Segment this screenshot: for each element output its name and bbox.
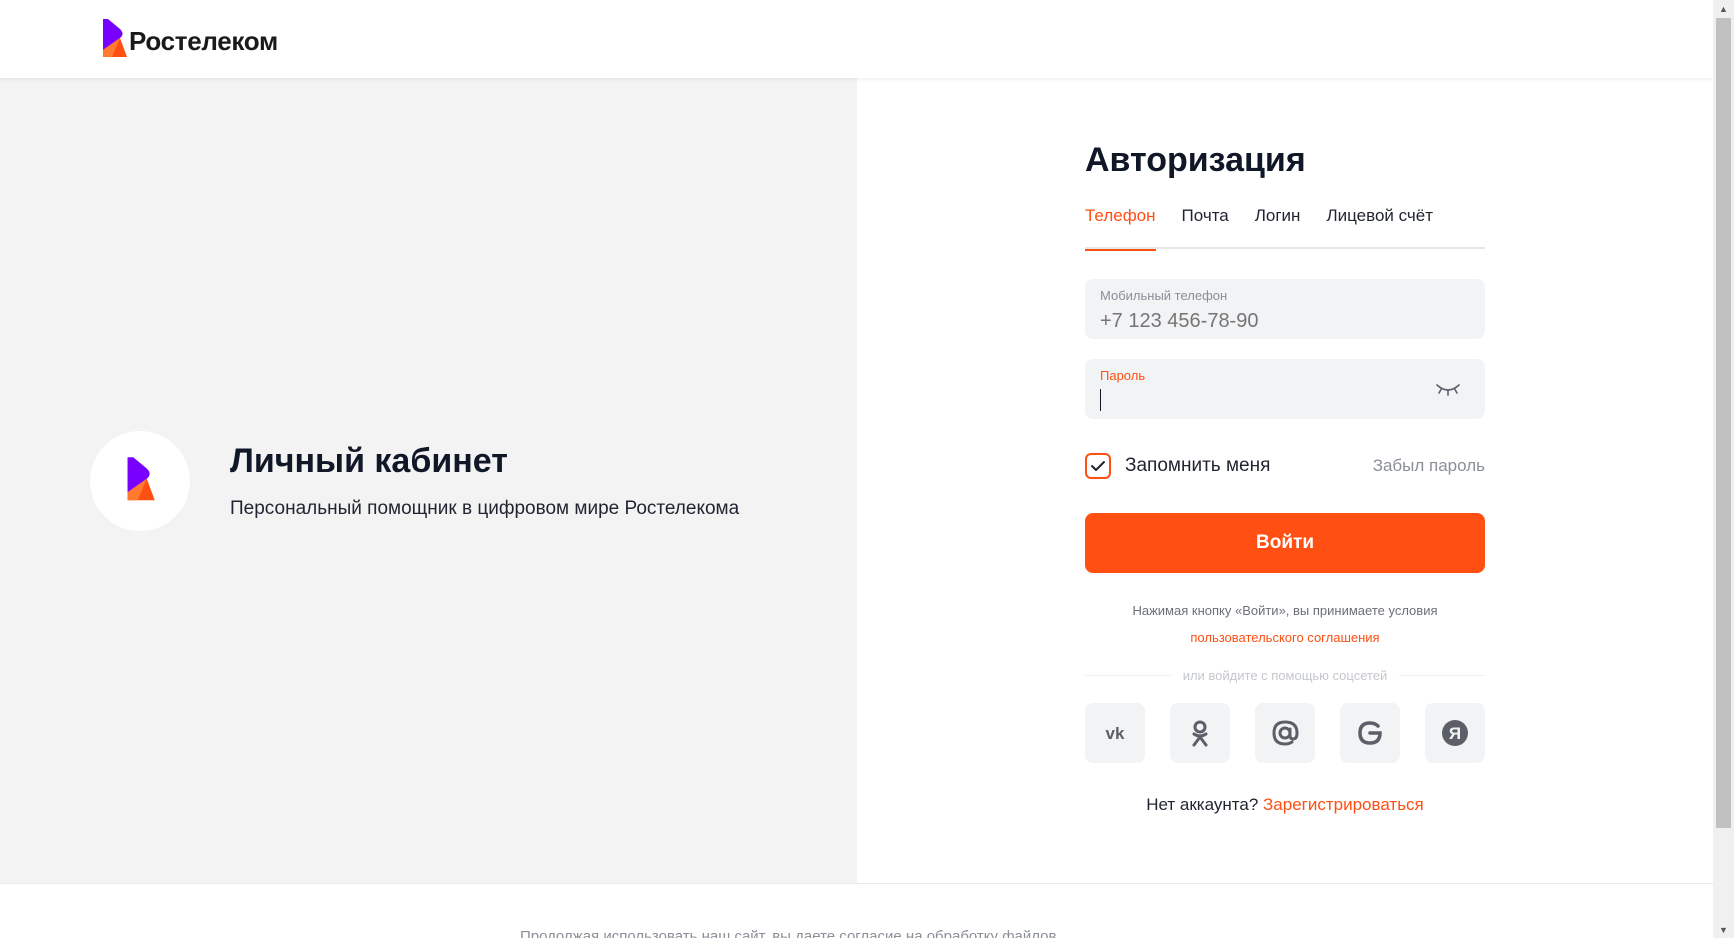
phone-input[interactable] [1100,306,1470,336]
promo-title: Личный кабинет [230,442,508,480]
text-caret [1100,389,1101,411]
terms-notice: Нажимая кнопку «Войти», вы принимаете ус… [1085,597,1485,651]
scrollbar-thumb[interactable] [1716,18,1731,828]
auth-panel: Авторизация Телефон Почта Логин Лицевой … [857,78,1713,883]
social-divider: или войдите с помощью соцсетей [1085,667,1485,683]
vk-login-button[interactable]: vk [1085,703,1145,763]
social-login-buttons: vk Я [1085,703,1485,763]
phone-field-label: Мобильный телефон [1100,288,1228,303]
phone-field[interactable]: Мобильный телефон [1085,279,1485,339]
tab-account-number[interactable]: Лицевой счёт [1326,202,1433,249]
auth-form: Авторизация Телефон Почта Логин Лицевой … [1085,140,1485,815]
site-header: Ростелеком [0,0,1713,78]
ok-login-button[interactable] [1170,703,1230,763]
google-icon [1358,721,1382,745]
scroll-up-arrow-icon[interactable]: ▲ [1713,0,1734,17]
page: Ростелеком Личный кабинет Персональный п… [0,0,1713,938]
cookie-notice: Продолжая использовать наш сайт, вы дает… [0,883,1713,938]
register-prompt-text: Нет аккаунта? [1146,795,1259,814]
rostelecom-logo-icon [103,19,127,57]
register-prompt: Нет аккаунта? Зарегистрироваться [1085,795,1485,815]
brand-logo[interactable]: Ростелеком [99,17,278,63]
remember-me-label: Запомнить меня [1125,455,1271,476]
tab-login[interactable]: Логин [1255,202,1301,249]
google-login-button[interactable] [1340,703,1400,763]
remember-me-checkbox[interactable]: Запомнить меня [1085,453,1270,479]
password-input[interactable] [1100,386,1470,416]
checkbox-box[interactable] [1085,453,1111,479]
promo-panel: Личный кабинет Персональный помощник в ц… [0,78,857,883]
scroll-down-arrow-icon[interactable]: ▼ [1713,921,1734,938]
yandex-login-button[interactable]: Я [1425,703,1485,763]
cookie-notice-text: Продолжая использовать наш сайт, вы дает… [520,928,1057,938]
svg-text:vk: vk [1106,724,1125,742]
tab-phone[interactable]: Телефон [1085,202,1156,251]
register-link[interactable]: Зарегистрироваться [1263,795,1424,814]
forgot-password-link[interactable]: Забыл пароль [1373,456,1485,476]
vertical-scrollbar[interactable]: ▲ ▼ [1713,0,1734,938]
ok-icon [1192,720,1208,747]
auth-tabs: Телефон Почта Логин Лицевой счёт [1085,202,1485,251]
checkmark-icon [1091,461,1105,471]
password-field-label: Пароль [1100,368,1146,383]
mail-login-button[interactable] [1255,703,1315,763]
social-divider-text: или войдите с помощью соцсетей [1170,668,1400,683]
promo-logo-badge [90,431,190,531]
password-field[interactable]: Пароль [1085,359,1485,419]
user-agreement-link[interactable]: пользовательского соглашения [1085,624,1485,651]
login-button[interactable]: Войти [1085,513,1485,573]
remember-row: Запомнить меня Забыл пароль [1085,453,1485,479]
yandex-icon: Я [1442,720,1468,746]
svg-text:Я: Я [1449,724,1461,743]
brand-name: Ростелеком [129,26,278,56]
vk-icon: vk [1106,724,1125,742]
mail-icon [1272,720,1299,746]
eye-closed-icon[interactable] [1435,381,1461,397]
rostelecom-logo-icon [127,457,155,501]
auth-title: Авторизация [1085,141,1306,179]
promo-subtitle: Персональный помощник в цифровом мире Ро… [230,498,740,519]
tab-email[interactable]: Почта [1182,202,1229,249]
terms-text: Нажимая кнопку «Войти», вы принимаете ус… [1132,603,1438,618]
